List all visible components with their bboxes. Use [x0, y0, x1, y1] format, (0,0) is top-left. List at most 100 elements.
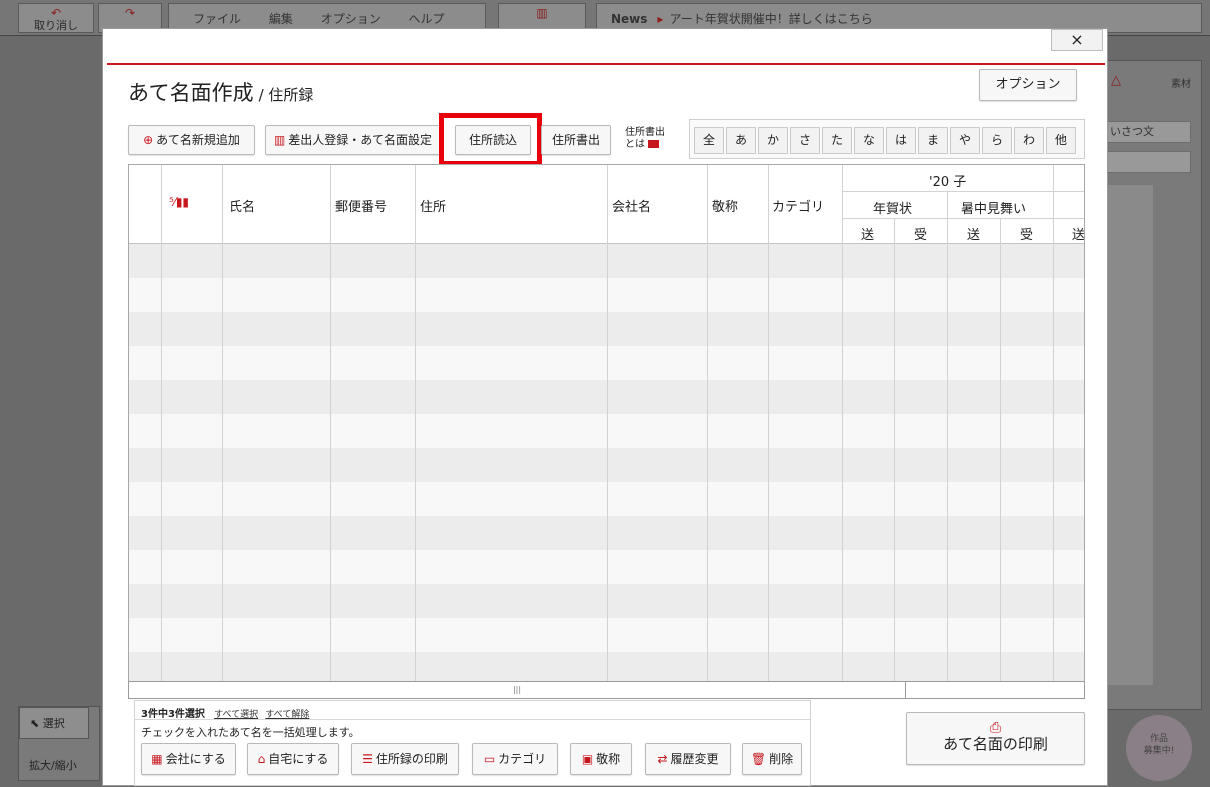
- print-addressbook-button[interactable]: ☰ 住所録の印刷: [351, 743, 459, 775]
- trash-icon: 🗑: [750, 752, 767, 766]
- column-nenga: 年賀状: [873, 202, 913, 217]
- material-field-2[interactable]: [1103, 151, 1191, 173]
- kana-ra[interactable]: ら: [982, 127, 1012, 154]
- column-divider: [947, 191, 948, 698]
- column-name[interactable]: 氏名: [229, 196, 255, 215]
- category-button[interactable]: ▭ カテゴリ: [472, 743, 558, 775]
- select-tool-button[interactable]: ⬉ 選択: [19, 707, 89, 739]
- history-change-button[interactable]: ⇄ 履歴変更: [645, 743, 731, 775]
- selection-info: 3件中3件選択 すべて選択 すべて解除: [141, 705, 309, 720]
- zoom-label: 拡大/縮小: [29, 759, 77, 772]
- material-title: 素材: [1171, 79, 1191, 90]
- kana-wa[interactable]: わ: [1014, 127, 1044, 154]
- kana-ha[interactable]: は: [886, 127, 916, 154]
- kana-filter-bar: 全 あ か さ た な は ま や ら わ 他: [689, 119, 1085, 159]
- export-address-button[interactable]: 住所書出: [541, 125, 611, 155]
- column-shochu: 暑中見舞い: [961, 202, 1027, 217]
- history-change-label: 履歴変更: [670, 752, 719, 766]
- dialog-title-text: あて名面作成: [128, 81, 254, 105]
- campaign-badge[interactable]: 作品 募集中!: [1126, 715, 1192, 781]
- add-card-icon: ⊕: [143, 133, 154, 147]
- print-address-label: あて名面の印刷: [943, 735, 1048, 753]
- kana-ma[interactable]: ま: [918, 127, 948, 154]
- undo-label: 取り消し: [34, 19, 78, 32]
- tool-panel: ⬉ 選択 拡大/縮小: [18, 706, 100, 781]
- add-address-button[interactable]: ⊕ あて名新規追加: [128, 125, 255, 155]
- about-export-line2: とは: [625, 139, 645, 150]
- header-sub-divider-2: [842, 218, 1084, 219]
- bulk-action-panel: 3件中3件選択 すべて選択 すべて解除 チェックを入れたあて名を一括処理します。…: [134, 700, 811, 786]
- column-nenga-recv: 受: [914, 228, 928, 243]
- about-export-line1: 住所書出: [625, 127, 665, 138]
- undo-button[interactable]: ↶ 取り消し: [18, 3, 94, 33]
- kana-sa[interactable]: さ: [790, 127, 820, 154]
- printer-icon: ⎙: [989, 720, 1002, 736]
- header-sub-divider: [842, 191, 1084, 192]
- column-divider: [415, 165, 416, 698]
- add-address-label: あて名新規追加: [156, 133, 240, 147]
- honorific-icon: ▣: [581, 752, 594, 766]
- option-button[interactable]: オプション: [979, 69, 1077, 101]
- kana-ka[interactable]: か: [758, 127, 788, 154]
- scrollbar-thumb[interactable]: |||: [129, 682, 906, 698]
- make-home-button[interactable]: ⌂ 自宅にする: [247, 743, 339, 775]
- delete-button[interactable]: 🗑 削除: [742, 743, 802, 775]
- kana-a[interactable]: あ: [726, 127, 756, 154]
- select-tool-label: 選択: [42, 717, 65, 730]
- column-year: '20 子: [929, 175, 967, 190]
- column-divider: [894, 218, 895, 698]
- column-company[interactable]: 会社名: [612, 196, 651, 215]
- kana-ta[interactable]: た: [822, 127, 852, 154]
- honorific-label: 敬称: [596, 752, 621, 766]
- column-divider: [1053, 165, 1054, 698]
- print-addressbook-label: 住所録の印刷: [375, 752, 448, 766]
- category-label: カテゴリ: [498, 752, 547, 766]
- dialog-subtitle: / 住所録: [258, 86, 314, 104]
- column-zip[interactable]: 郵便番号: [335, 196, 387, 215]
- address-table[interactable]: ⁵⁄▮▮ 氏名 郵便番号 住所 会社名 敬称 カテゴリ '20 子 年賀状 暑中…: [128, 164, 1085, 699]
- column-divider: [222, 165, 223, 698]
- document-icon: ▥: [536, 6, 548, 20]
- make-company-button[interactable]: ▦ 会社にする: [141, 743, 236, 775]
- column-category[interactable]: カテゴリ: [772, 196, 824, 215]
- material-thumbnails[interactable]: [1103, 185, 1153, 685]
- kana-na[interactable]: な: [854, 127, 884, 154]
- news-label: News: [611, 12, 648, 26]
- list-icon: ☰: [362, 752, 373, 766]
- column-divider: [707, 165, 708, 698]
- column-divider: [161, 165, 162, 698]
- folder-icon: ▭: [483, 752, 496, 766]
- company-home-toggle-icon[interactable]: ⁵⁄▮▮: [169, 195, 189, 209]
- building-icon: ▦: [151, 752, 163, 766]
- column-honorific[interactable]: 敬称: [712, 196, 738, 215]
- sender-settings-button[interactable]: ▥ 差出人登録・あて名面設定: [265, 125, 441, 155]
- print-address-button[interactable]: ⎙ あて名面の印刷: [906, 712, 1085, 765]
- column-divider: [1000, 218, 1001, 698]
- make-company-label: 会社にする: [165, 752, 226, 766]
- house-icon: ⌂: [257, 752, 266, 766]
- kana-ya[interactable]: や: [950, 127, 980, 154]
- kana-other[interactable]: 他: [1046, 127, 1076, 154]
- column-address[interactable]: 住所: [420, 196, 446, 215]
- kana-all[interactable]: 全: [694, 127, 724, 154]
- make-home-label: 自宅にする: [268, 752, 329, 766]
- column-divider: [607, 165, 608, 698]
- sender-settings-label: 差出人登録・あて名面設定: [288, 133, 433, 147]
- material-panel: △ 素材 いさつ文: [1102, 60, 1202, 710]
- horizontal-scrollbar[interactable]: |||: [128, 681, 1085, 699]
- redo-icon: ↷: [124, 6, 136, 20]
- footer-divider: [135, 719, 810, 720]
- about-export-link[interactable]: 住所書出 とは: [625, 127, 665, 151]
- honorific-button[interactable]: ▣ 敬称: [570, 743, 632, 775]
- material-field[interactable]: いさつ文: [1103, 121, 1191, 143]
- dialog-title: あて名面作成 / 住所録: [128, 77, 313, 107]
- arrow-icon: ▸: [657, 12, 664, 26]
- column-next-send: 送: [1072, 228, 1085, 243]
- column-divider: [768, 165, 769, 698]
- help-icon: [648, 140, 659, 148]
- close-button[interactable]: ×: [1051, 29, 1103, 51]
- highlight-box: [439, 113, 542, 166]
- bulk-note: チェックを入れたあて名を一括処理します。: [141, 726, 360, 739]
- column-shochu-recv: 受: [1020, 228, 1034, 243]
- delete-label: 削除: [769, 752, 794, 766]
